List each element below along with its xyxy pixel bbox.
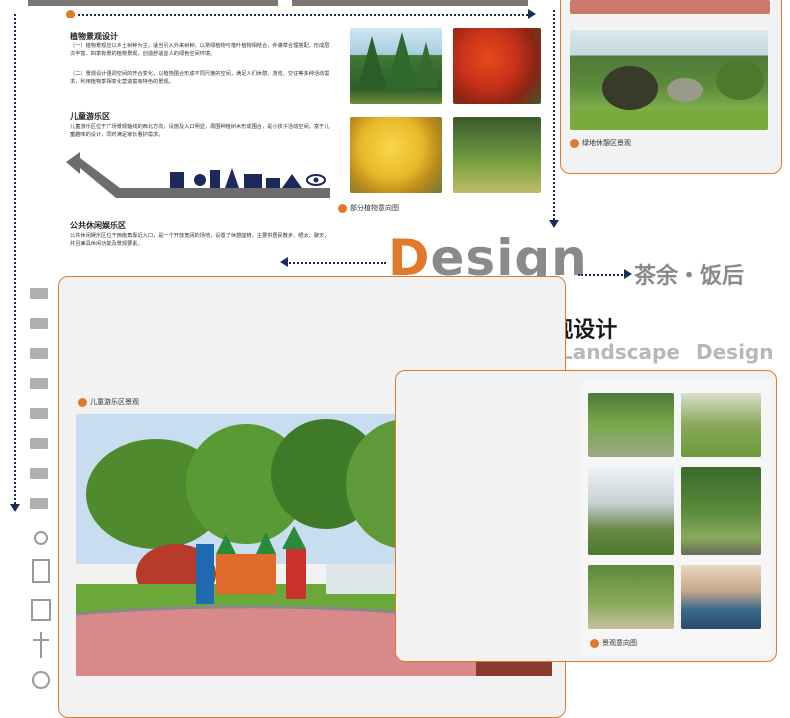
plant-caption: 部分植物意向图: [350, 204, 399, 212]
dotted-connector: [578, 274, 626, 276]
section1-para1: （一）植物景观应以乡土树种为主，适当引入外来树种，以常绿植物与落叶植物相结合，乔…: [70, 43, 330, 57]
arrow-right-icon: [528, 9, 536, 19]
filmstrip-cell: [30, 348, 48, 359]
landscape-en: Landscape: [560, 340, 680, 364]
filmstrip-cell: [30, 378, 48, 389]
arrow-left-icon: [280, 257, 288, 267]
section3-title: 公共休闲娱乐区: [70, 221, 126, 230]
landscape-caption: 景观意向图: [602, 639, 637, 647]
arrow-down-icon: [549, 220, 559, 228]
paving-photo: [570, 0, 770, 14]
arrow-down-icon: [10, 504, 20, 512]
caption-dot: [590, 639, 599, 648]
caption-dot: [570, 139, 579, 148]
green-rest-caption: 绿地休憩区景观: [582, 139, 631, 147]
plant-photo-yellow-ginkgo: [350, 117, 442, 193]
caption-dot: [78, 398, 87, 407]
dotted-connector: [14, 14, 16, 504]
dotted-connector: [553, 10, 555, 220]
filmstrip-cell: [30, 408, 48, 419]
landscape-photo-path: [588, 565, 674, 629]
plant-photo-green-trees: [453, 117, 541, 193]
filmstrip-cell: [30, 468, 48, 479]
filmstrip-cell: [30, 498, 48, 509]
top-bar-left: [28, 0, 278, 6]
landscape-photo-pool: [681, 565, 761, 629]
dotted-connector: [78, 14, 528, 16]
top-bar-right: [292, 0, 528, 6]
plant-photo-pines: [350, 28, 442, 104]
section2-title: 儿童游乐区: [70, 112, 110, 121]
section1-title: 植物景观设计: [70, 32, 118, 41]
landscape-photo-colonnade: [588, 467, 674, 555]
plant-photo-red-maple: [453, 28, 541, 104]
kids-caption: 儿童游乐区景观: [90, 398, 139, 406]
landscape-photo-garden: [588, 393, 674, 457]
landscape-photo-pavilion: [681, 393, 761, 457]
decorative-glyphs: [28, 530, 54, 700]
filmstrip-cell: [30, 288, 48, 299]
dotted-connector: [286, 262, 386, 264]
landscape-photo-fountain: [681, 467, 761, 555]
arrow-silhouette-graphic: [66, 152, 330, 198]
section3-para: 公共休闲娱乐区位于西南角靠近入口，是一个开放宽阔的场地，设置了休憩座椅，主要供居…: [70, 233, 330, 247]
filmstrip-cell: [30, 438, 48, 449]
filmstrip-cell: [30, 318, 48, 329]
section1-para2: （二）景观设计强调空间的开合变化，以植物围合形成不同尺度的空间，满足人们休憩、游…: [70, 71, 330, 85]
tagline: 茶余・饭后: [634, 264, 745, 289]
green-rest-photo: [570, 30, 768, 130]
section2-para: 儿童游乐区位于广场景观轴线的西北方向，设施及入口明显，周围种植树木形成围合，是小…: [70, 124, 330, 138]
arrow-right-icon: [624, 269, 632, 279]
caption-dot: [338, 204, 347, 213]
design-en: Design: [696, 340, 774, 364]
